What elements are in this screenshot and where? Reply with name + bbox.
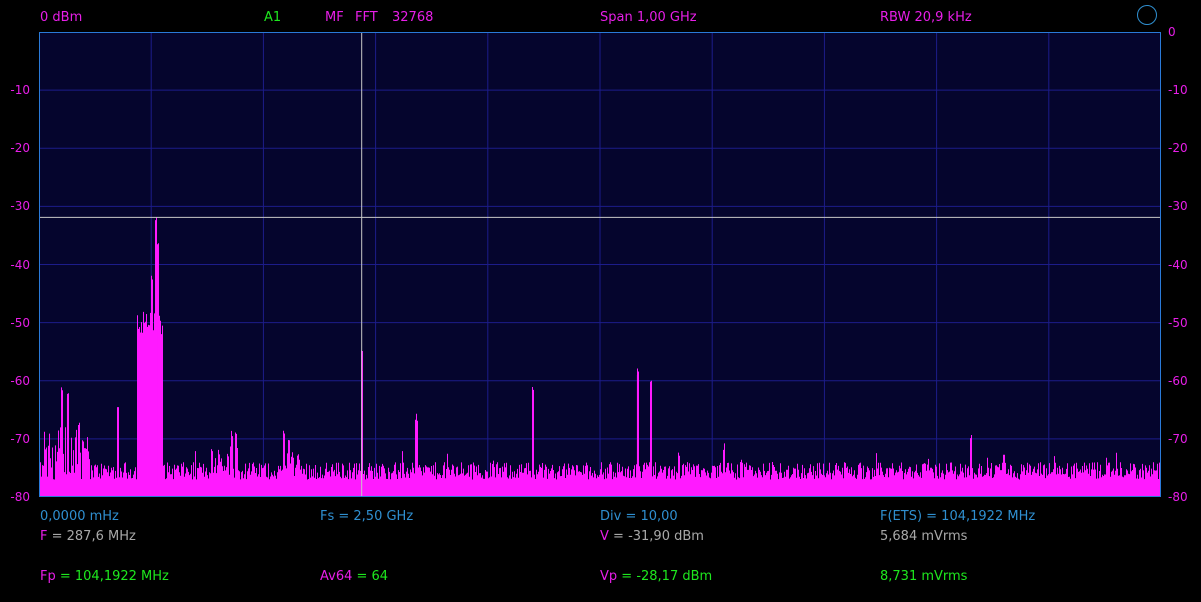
settings-circle-icon[interactable] — [1137, 5, 1157, 25]
cursor-level-label: V — [600, 529, 609, 544]
y-tick-right: -10 — [1168, 83, 1188, 98]
y-tick-left: -60 — [10, 373, 30, 388]
channel-label[interactable]: A1 — [264, 10, 281, 26]
y-tick-left: -10 — [10, 83, 30, 98]
span-label[interactable]: Span 1,00 GHz — [600, 10, 697, 26]
spectrum-plot[interactable] — [39, 32, 1161, 497]
peak-frequency-value: = 104,1922 MHz — [55, 569, 169, 584]
average-readout: Av64 = 64 — [320, 569, 388, 585]
y-tick-left: -80 — [10, 490, 30, 504]
cursor-vrms: 5,684 mVrms — [880, 529, 968, 544]
peak-level-value: = -28,17 dBm — [617, 569, 713, 584]
y-tick-right: -60 — [1168, 373, 1188, 388]
ets-frequency: F(ETS) = 104,1922 MHz — [880, 509, 1036, 524]
mode-label[interactable]: MF — [325, 10, 344, 26]
y-tick-right: -70 — [1168, 431, 1188, 446]
y-tick-left: -40 — [10, 257, 30, 272]
average-label: Av64 — [320, 569, 353, 584]
fft-label: FFT — [355, 10, 378, 25]
rbw-label[interactable]: RBW 20,9 kHz — [880, 10, 972, 26]
peak-vrms: 8,731 mVrms — [880, 569, 968, 584]
peak-level-label: Vp — [600, 569, 618, 584]
cursor-level-value: = -31,90 dBm — [608, 529, 704, 544]
cursor-level-readout: V = -31,90 dBm — [600, 529, 704, 545]
peak-frequency-label: Fp — [40, 569, 56, 584]
start-frequency: 0,0000 mHz — [40, 509, 119, 524]
sample-rate: Fs = 2,50 GHz — [320, 509, 414, 524]
y-tick-right: -40 — [1168, 257, 1188, 272]
y-tick-right: -30 — [1168, 199, 1188, 214]
y-tick-right: -80 — [1168, 490, 1188, 504]
division-value: Div = 10,00 — [600, 509, 678, 524]
average-value: = 64 — [352, 569, 389, 584]
peak-level-readout: Vp = -28,17 dBm — [600, 569, 712, 585]
cursor-frequency-readout: F = 287,6 MHz — [40, 529, 136, 545]
y-tick-left: -30 — [10, 199, 30, 214]
y-tick-left: -50 — [10, 315, 30, 330]
y-tick-right: -20 — [1168, 141, 1188, 156]
peak-frequency-readout: Fp = 104,1922 MHz — [40, 569, 169, 585]
y-tick-right: 0 — [1168, 25, 1176, 39]
cursor-frequency-value: = 287,6 MHz — [47, 529, 136, 544]
y-tick-left: -70 — [10, 431, 30, 446]
reference-level: 0 dBm — [40, 10, 83, 25]
y-tick-right: -50 — [1168, 315, 1188, 330]
fft-size[interactable]: 32768 — [392, 10, 433, 26]
y-tick-left: -20 — [10, 141, 30, 156]
